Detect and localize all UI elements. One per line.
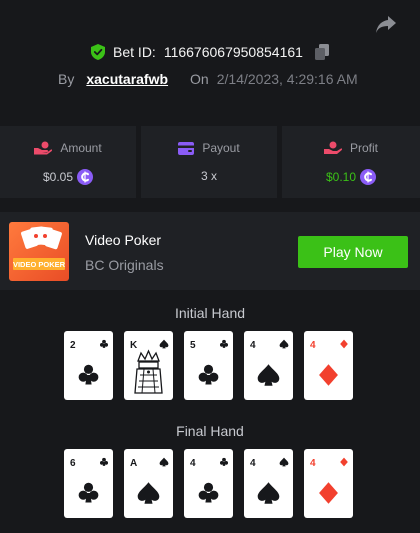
- initial-hand-title: Initial Hand: [174, 305, 246, 321]
- bet-id-label: Bet ID:: [113, 44, 156, 60]
- diamonds-small-icon: [340, 339, 348, 349]
- clubs-small-icon: [219, 339, 229, 348]
- card-rank: 4: [310, 458, 316, 469]
- clubs-icon: [198, 482, 219, 503]
- bet-stats: Amount $0.05 Payout 3 x Profit $0.10: [0, 126, 420, 198]
- final-hand: 6 A 4 4 4: [0, 449, 420, 518]
- initial-card-3: 5: [184, 331, 233, 400]
- spades-icon: [257, 364, 280, 386]
- stat-amount-label: Amount: [60, 141, 102, 155]
- bet-meta-row: By xacutarafwb On 2/14/2023, 4:29:16 AM: [58, 71, 358, 87]
- diamonds-small-icon: [340, 457, 348, 467]
- initial-card-1: 2: [64, 331, 113, 400]
- spades-small-icon: [159, 339, 169, 349]
- currency-coin-icon: [77, 169, 94, 185]
- card-rank: 4: [310, 340, 316, 351]
- stat-profit-value: $0.10: [325, 170, 357, 184]
- spades-small-icon: [279, 457, 289, 467]
- diamonds-icon: [319, 482, 338, 504]
- clubs-small-icon: [219, 457, 229, 466]
- final-card-3: 4: [184, 449, 233, 518]
- stat-amount: Amount $0.05: [0, 126, 136, 198]
- share-icon[interactable]: [374, 12, 398, 36]
- spades-small-icon: [279, 339, 289, 349]
- game-title: Video Poker: [85, 232, 162, 248]
- stat-amount-value: $0.05: [42, 170, 74, 184]
- final-hand-title: Final Hand: [176, 423, 244, 439]
- clubs-icon: [78, 482, 99, 503]
- clubs-small-icon: [99, 457, 109, 466]
- game-subtitle: BC Originals: [85, 257, 164, 273]
- card-rank: A: [130, 458, 137, 469]
- initial-card-2: K: [124, 331, 173, 400]
- initial-hand: 2 K 5 4 4: [0, 331, 420, 400]
- king-figure-icon: [134, 349, 163, 394]
- card-rank: 2: [70, 340, 76, 351]
- stat-profit: Profit $0.10: [282, 126, 420, 198]
- initial-card-4: 4: [244, 331, 293, 400]
- final-card-1: 6: [64, 449, 113, 518]
- final-card-4: 4: [244, 449, 293, 518]
- game-info: VIDEO POKER Video Poker BC Originals Pla…: [0, 212, 420, 290]
- video-poker-logo-art: VIDEO POKER: [13, 226, 66, 270]
- initial-card-5: 4: [304, 331, 353, 400]
- card-rank: 4: [250, 458, 256, 469]
- card-rank: 5: [190, 340, 196, 351]
- card-rank: K: [130, 340, 138, 351]
- username-link[interactable]: xacutarafwb: [86, 71, 168, 87]
- stat-profit-label: Profit: [349, 141, 378, 155]
- by-label: By: [58, 71, 75, 87]
- copy-icon[interactable]: [314, 44, 329, 60]
- stat-payout-value: 3 x: [200, 169, 217, 183]
- diamonds-icon: [319, 364, 338, 386]
- stat-payout: Payout 3 x: [141, 126, 277, 198]
- spades-icon: [137, 482, 160, 504]
- hand-coin-icon: [323, 141, 342, 154]
- bet-id-value: 116676067950854161: [163, 44, 303, 60]
- spades-small-icon: [159, 457, 169, 467]
- clubs-icon: [78, 364, 99, 385]
- logo-text: VIDEO POKER: [13, 260, 66, 269]
- wallet-icon: [178, 141, 195, 155]
- play-now-button[interactable]: Play Now: [298, 236, 408, 268]
- coins-hand-icon: [34, 141, 53, 155]
- verified-shield-icon: [91, 44, 106, 60]
- spades-icon: [257, 482, 280, 504]
- stat-payout-label: Payout: [202, 141, 240, 155]
- card-rank: 4: [250, 340, 256, 351]
- clubs-small-icon: [99, 339, 109, 348]
- bet-id-row: Bet ID: 116676067950854161: [0, 44, 420, 60]
- clubs-icon: [198, 364, 219, 385]
- card-rank: 4: [190, 458, 196, 469]
- video-poker-logo[interactable]: VIDEO POKER: [9, 222, 69, 281]
- bet-date: 2/14/2023, 4:29:16 AM: [216, 71, 358, 87]
- final-card-5: 4: [304, 449, 353, 518]
- final-card-2: A: [124, 449, 173, 518]
- currency-coin-icon: [360, 169, 377, 185]
- on-label: On: [190, 71, 209, 87]
- card-rank: 6: [70, 458, 76, 469]
